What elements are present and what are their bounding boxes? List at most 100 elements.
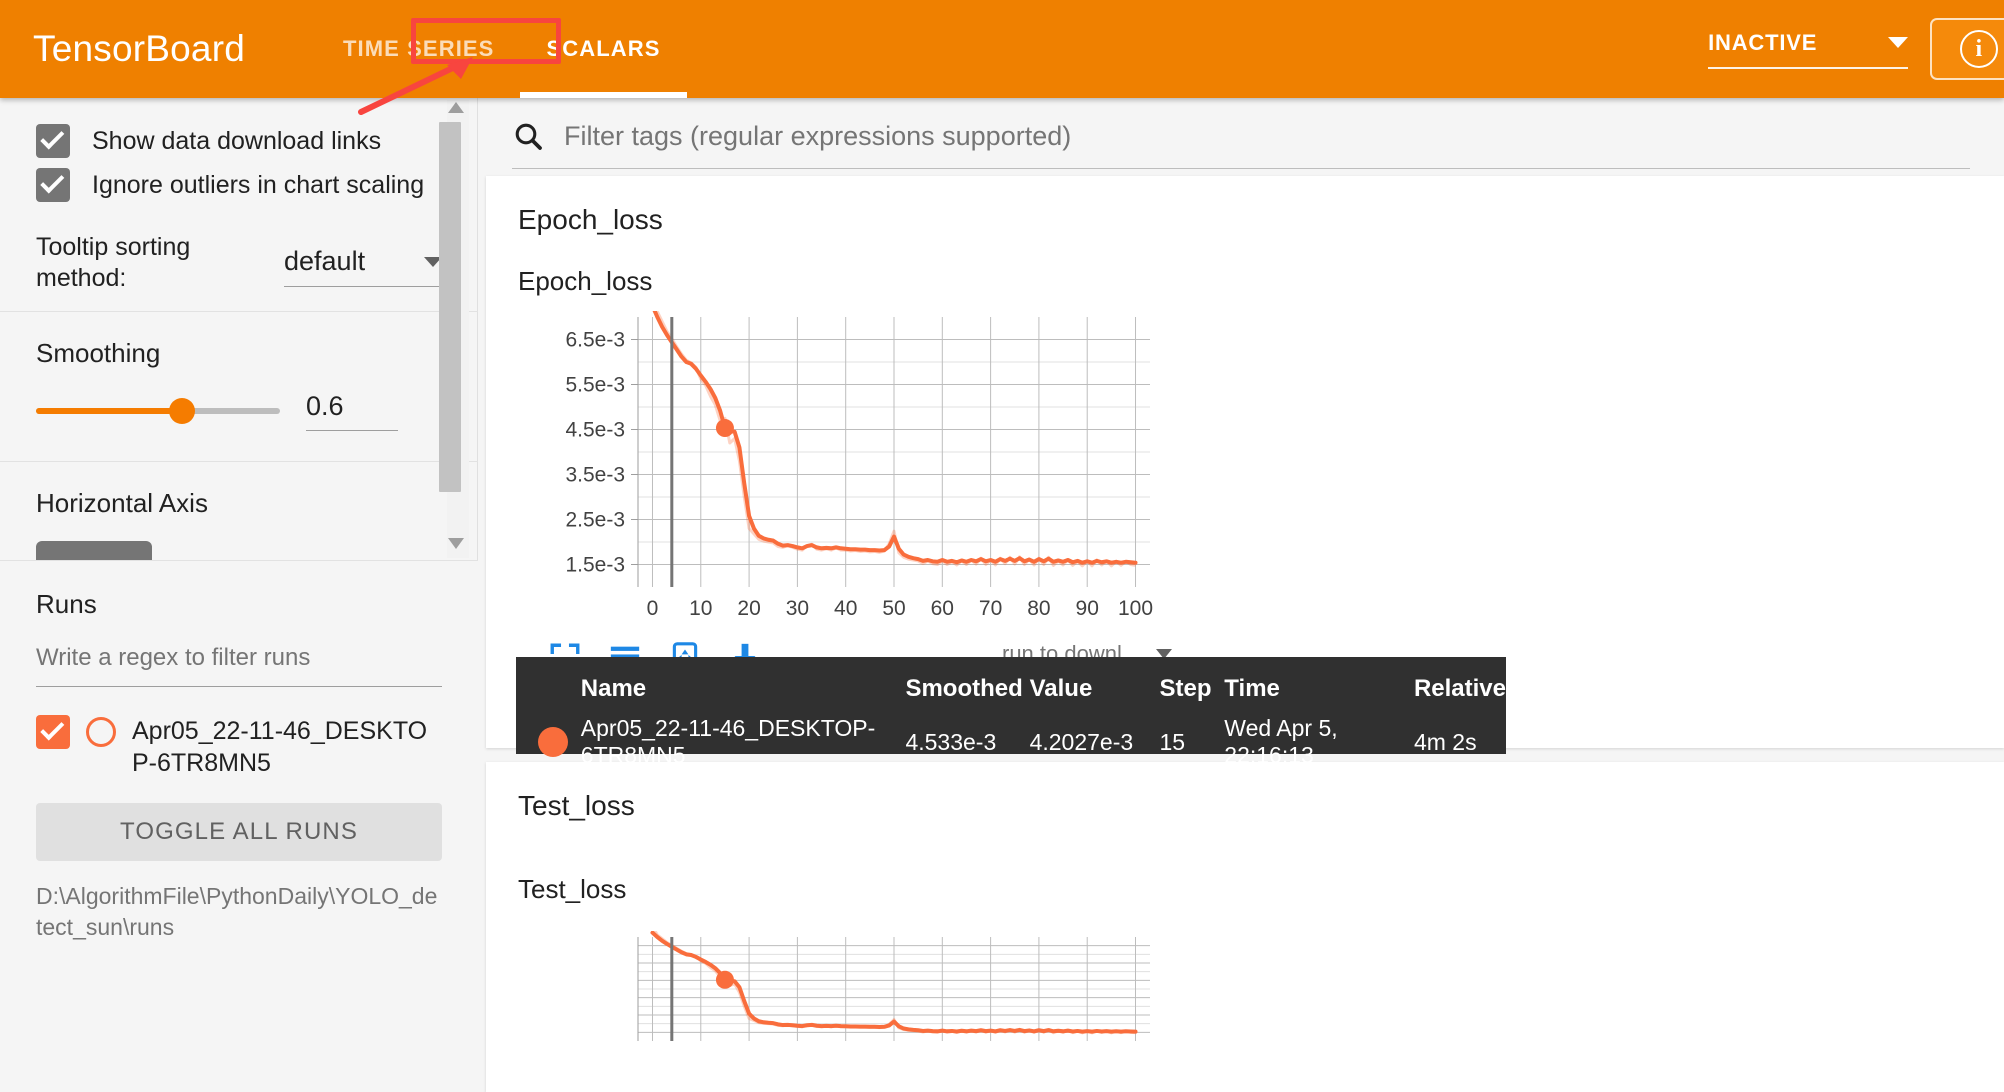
- card-title-epoch-loss: Epoch_loss: [518, 204, 663, 235]
- line-chart-epoch-loss[interactable]: 1.5e-3 2.5e-3 3.5e-3 4.5e-3 5.5e-3 6.5e-3 0 10 2…: [518, 311, 1158, 631]
- checkbox-checked-icon: [36, 168, 70, 202]
- divider: [0, 310, 478, 312]
- sidebar-scroll-region: Show data download links Ignore outliers…: [0, 98, 478, 560]
- svg-text:40: 40: [834, 597, 857, 620]
- svg-text:1.5e-3: 1.5e-3: [565, 554, 625, 577]
- chart-title-test-loss: Test_loss: [518, 874, 627, 904]
- divider: [0, 460, 478, 462]
- smoothing-slider-fill: [36, 407, 183, 414]
- smoothing-value-input[interactable]: 0.6: [306, 391, 398, 431]
- tooltip-sorting-row: Tooltip sorting method: default: [36, 232, 442, 295]
- run-list-item[interactable]: Apr05_22-11-46_DESKTOP-6TR8MN5: [36, 715, 442, 779]
- tag-filter-row[interactable]: Filter tags (regular expressions support…: [512, 120, 1970, 169]
- main-content: Filter tags (regular expressions support…: [478, 98, 2004, 1092]
- tooltip-row-step: 15: [1159, 728, 1186, 755]
- checkbox-checked-icon: [36, 124, 70, 158]
- tooltip-row-smoothed: 4.533e-3: [905, 728, 997, 755]
- tooltip-col-value: Value: [1029, 675, 1093, 702]
- info-icon: i: [1960, 30, 1999, 68]
- inactive-runs-value: INACTIVE: [1708, 29, 1818, 55]
- smoothing-slider[interactable]: [36, 397, 280, 424]
- svg-text:4.5e-3: 4.5e-3: [565, 419, 625, 442]
- scroll-down-arrow-icon[interactable]: [448, 538, 464, 549]
- svg-text:100: 100: [1118, 597, 1153, 620]
- horizontal-axis-group: Horizontal Axis STEP RELATIVE WALL: [0, 487, 478, 561]
- smoothing-group: Smoothing 0.6: [0, 338, 478, 431]
- upload-button[interactable]: i UPLO: [1930, 18, 2004, 80]
- svg-text:30: 30: [786, 597, 809, 620]
- tooltip-col-swatch: [516, 671, 581, 715]
- chart-title-epoch-loss: Epoch_loss: [518, 266, 653, 296]
- tooltip-row-relative: 4m 2s: [1413, 728, 1477, 755]
- run-name-label: Apr05_22-11-46_DESKTOP-6TR8MN5: [132, 717, 428, 777]
- tooltip-table: Name Smoothed Value Step Time Relative A…: [516, 671, 1506, 779]
- svg-text:50: 50: [882, 597, 905, 620]
- svg-text:6.5e-3: 6.5e-3: [565, 329, 625, 352]
- header-tabs: TIME SERIES SCALARS: [317, 0, 687, 98]
- scroll-up-arrow-icon[interactable]: [448, 102, 464, 113]
- smoothing-title: Smoothing: [36, 337, 161, 368]
- series-color-dot: [538, 727, 568, 757]
- tooltip-header-row: Name Smoothed Value Step Time Relative: [516, 671, 1506, 715]
- show-download-links-label: Show data download links: [92, 126, 382, 155]
- svg-text:70: 70: [979, 597, 1002, 620]
- tooltip-data-row: Apr05_22-11-46_DESKTOP-6TR8MN5 4.533e-3 …: [516, 715, 1506, 779]
- svg-text:3.5e-3: 3.5e-3: [565, 464, 625, 487]
- card-test-loss: Test_loss Test_loss: [486, 762, 2004, 1092]
- tooltip-sorting-label: Tooltip sorting method:: [36, 233, 191, 293]
- axis-option-relative[interactable]: RELATIVE: [152, 541, 322, 561]
- svg-text:20: 20: [737, 597, 760, 620]
- smoothing-slider-thumb[interactable]: [169, 397, 196, 424]
- tag-filter-placeholder: Filter tags (regular expressions support…: [564, 120, 1072, 151]
- chevron-down-icon: [1888, 37, 1909, 48]
- horizontal-axis-tabs: STEP RELATIVE WALL: [36, 540, 442, 561]
- axis-option-step[interactable]: STEP: [36, 540, 153, 560]
- logdir-path-label: D:\AlgorithmFile\PythonDaily\YOLO_detect…: [36, 883, 438, 941]
- svg-text:10: 10: [689, 597, 712, 620]
- display-options-group: Show data download links Ignore outliers…: [0, 98, 478, 295]
- runs-filter-input[interactable]: Write a regex to filter runs: [36, 644, 442, 687]
- app-brand: TensorBoard: [33, 28, 245, 69]
- tooltip-col-smoothed: Smoothed: [905, 675, 1023, 702]
- chart-container-epoch-loss: Epoch_loss 1.5e-3 2.5e-3 3.5e-3 4.5e-3 5.5e-…: [486, 266, 2004, 675]
- svg-text:60: 60: [931, 597, 954, 620]
- app-header: TensorBoard TIME SERIES SCALARS INACTIVE…: [0, 0, 2004, 98]
- svg-text:0: 0: [647, 597, 659, 620]
- run-checkbox-checked-icon[interactable]: [36, 715, 70, 749]
- svg-text:90: 90: [1076, 597, 1099, 620]
- show-download-links-checkbox[interactable]: Show data download links: [36, 124, 442, 158]
- tooltip-col-time: Time: [1224, 675, 1280, 702]
- tooltip-row-name: Apr05_22-11-46_DESKTOP-6TR8MN5: [580, 715, 876, 768]
- ignore-outliers-label: Ignore outliers in chart scaling: [92, 170, 425, 199]
- tooltip-col-name: Name: [580, 675, 647, 702]
- run-color-swatch: [86, 717, 116, 747]
- tab-time-series[interactable]: TIME SERIES: [317, 0, 520, 98]
- settings-sidebar: Show data download links Ignore outliers…: [0, 98, 478, 1092]
- tooltip-col-relative: Relative: [1413, 675, 1506, 702]
- tooltip-row-value: 4.2027e-3: [1029, 728, 1134, 755]
- sidebar-scrollbar-thumb[interactable]: [439, 122, 461, 492]
- runs-group: Runs Write a regex to filter runs Apr05_…: [0, 560, 478, 1092]
- toggle-all-runs-button[interactable]: TOGGLE ALL RUNS: [36, 803, 442, 861]
- svg-text:5.5e-3: 5.5e-3: [565, 374, 625, 397]
- search-icon: [515, 123, 542, 150]
- inactive-runs-select[interactable]: INACTIVE: [1708, 29, 1909, 69]
- smoothing-row: 0.6: [36, 391, 442, 431]
- chart-container-test-loss: Test_loss: [486, 874, 2004, 1051]
- axis-option-wall[interactable]: WALL: [322, 541, 440, 561]
- header-right-group: INACTIVE i UPLO: [1708, 0, 2004, 98]
- svg-text:80: 80: [1027, 597, 1050, 620]
- chart-tooltip: Name Smoothed Value Step Time Relative A…: [516, 657, 1506, 768]
- runs-title: Runs: [36, 589, 97, 619]
- sidebar-scrollbar[interactable]: [439, 100, 469, 558]
- line-chart-test-loss[interactable]: [518, 931, 1158, 1051]
- ignore-outliers-checkbox[interactable]: Ignore outliers in chart scaling: [36, 168, 442, 202]
- svg-text:2.5e-3: 2.5e-3: [565, 509, 625, 532]
- tooltip-sorting-value: default: [284, 246, 366, 276]
- tooltip-sorting-select[interactable]: default: [284, 246, 442, 287]
- tab-scalars[interactable]: SCALARS: [520, 0, 687, 98]
- tooltip-row-swatch-cell: [516, 715, 581, 779]
- body-area: Show data download links Ignore outliers…: [0, 98, 2004, 1092]
- tooltip-row-time: Wed Apr 5, 22:16:13: [1224, 715, 1338, 768]
- horizontal-axis-title: Horizontal Axis: [36, 487, 208, 518]
